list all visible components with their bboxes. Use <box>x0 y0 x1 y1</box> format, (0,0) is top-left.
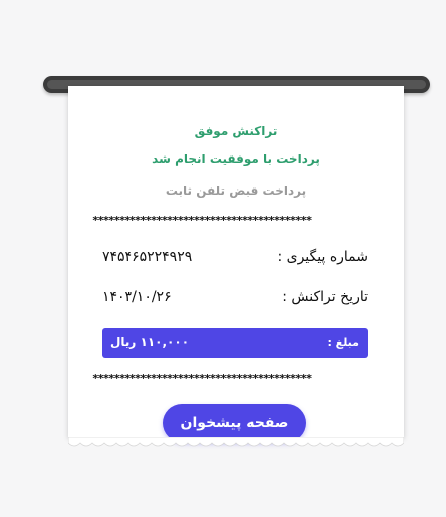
transaction-date-value: ۱۴۰۳/۱۰/۲۶ <box>102 289 172 305</box>
status-title: تراکنش موفق <box>194 124 278 138</box>
tracking-number-value: ۷۴۵۴۶۵۲۲۴۹۲۹ <box>102 249 193 265</box>
separator-top: ****************************************… <box>92 214 312 227</box>
transaction-date-label: تاریخ تراکنش : <box>282 289 368 305</box>
status-message: پرداخت با موفقیت انجام شد <box>152 152 320 166</box>
receipt-card: تراکنش موفق پرداخت با موفقیت انجام شد پر… <box>68 86 404 442</box>
amount-label: مبلغ : <box>327 336 359 349</box>
tracking-number-label: شماره پیگیری : <box>277 249 368 265</box>
bill-type: پرداخت قبض تلفن ثابت <box>165 184 307 198</box>
separator-bottom: ****************************************… <box>92 372 312 385</box>
tracking-number-row: شماره پیگیری : ۷۴۵۴۶۵۲۲۴۹۲۹ <box>102 249 368 271</box>
transaction-date-row: تاریخ تراکنش : ۱۴۰۳/۱۰/۲۶ <box>102 289 368 311</box>
receipt-torn-edge <box>68 437 404 447</box>
amount-value: ۱۱۰,۰۰۰ ریال <box>110 335 190 349</box>
amount-bar: مبلغ : ۱۱۰,۰۰۰ ریال <box>102 328 368 358</box>
